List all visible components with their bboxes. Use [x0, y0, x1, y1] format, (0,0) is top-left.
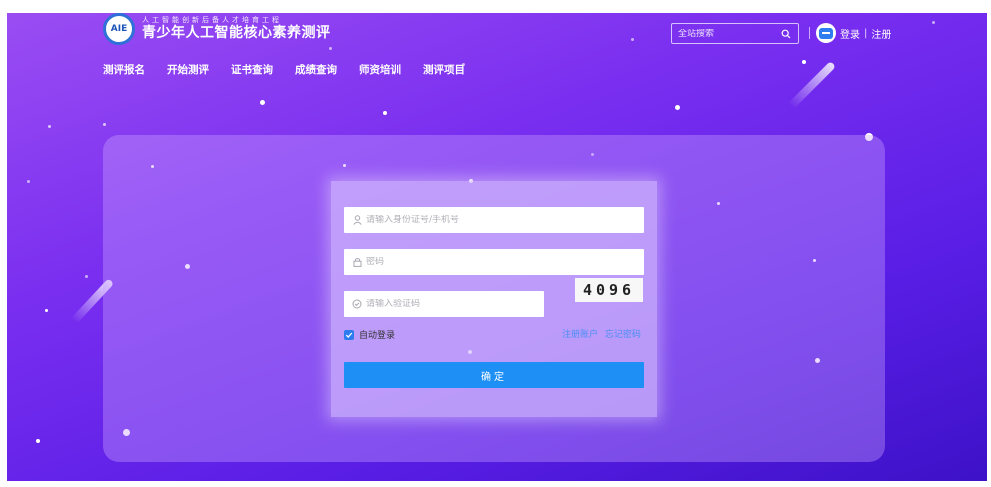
star [631, 38, 634, 41]
star [85, 275, 88, 278]
remember-me: 自动登录 [344, 328, 395, 341]
remember-label: 自动登录 [359, 331, 396, 341]
logo-subtitle: 人工智能创新后备人才培育工程 [142, 16, 282, 24]
register-account-link[interactable]: 注册账户 [562, 330, 598, 340]
search-icon[interactable] [776, 29, 796, 39]
remember-checkbox[interactable] [344, 329, 354, 340]
site-logo[interactable]: AIE 人工智能创新后备人才培育工程 青少年人工智能核心素养测评 [103, 13, 331, 45]
star [675, 105, 680, 110]
star [27, 180, 30, 183]
logo-emblem: AIE [103, 13, 135, 45]
star [45, 309, 48, 312]
star [383, 111, 387, 115]
captcha-image[interactable]: 4096 [575, 278, 643, 302]
star [36, 439, 40, 443]
id-field [344, 207, 644, 233]
nav-item-registration[interactable]: 测评报名 [103, 62, 145, 77]
star [802, 60, 806, 64]
nav-item-teacher-training[interactable]: 师资培训 [359, 62, 401, 77]
password-input[interactable] [366, 257, 616, 267]
nav-item-certificate[interactable]: 证书查询 [231, 62, 273, 77]
id-input[interactable] [366, 215, 616, 225]
submit-button[interactable]: 确定 [344, 362, 644, 388]
meteor [787, 60, 837, 110]
captcha-input[interactable] [366, 299, 536, 309]
search-input[interactable] [672, 28, 776, 39]
star [48, 125, 51, 128]
forgot-password-link[interactable]: 忘记密码 [605, 330, 641, 340]
password-field [344, 249, 644, 275]
account-links: 注册账户 忘记密码 [562, 327, 641, 340]
logo-badge-text: AIE [110, 24, 128, 34]
nav-item-scores[interactable]: 成绩查询 [295, 62, 337, 77]
captcha-text: 4096 [582, 281, 636, 299]
lock-icon [351, 256, 363, 268]
link-separator: | [864, 27, 868, 39]
captcha-field [344, 291, 544, 317]
nav-item-projects[interactable]: 测评项目 [423, 62, 465, 77]
star [932, 21, 935, 24]
logo-title: 青少年人工智能核心素养测评 [142, 25, 331, 41]
shield-icon [351, 298, 363, 310]
site-search [671, 23, 799, 44]
user-area: 登录 | 注册 [809, 23, 891, 43]
main-nav: 测评报名 开始测评 证书查询 成绩查询 师资培训 测评项目 [103, 62, 487, 77]
avatar-icon[interactable] [816, 23, 836, 43]
divider [809, 27, 810, 39]
star [103, 123, 106, 126]
nav-item-start-test[interactable]: 开始测评 [167, 62, 209, 77]
login-link[interactable]: 登录 [840, 26, 860, 41]
star [329, 47, 332, 50]
register-link[interactable]: 注册 [871, 26, 891, 41]
user-icon [351, 214, 363, 226]
star [260, 100, 265, 105]
